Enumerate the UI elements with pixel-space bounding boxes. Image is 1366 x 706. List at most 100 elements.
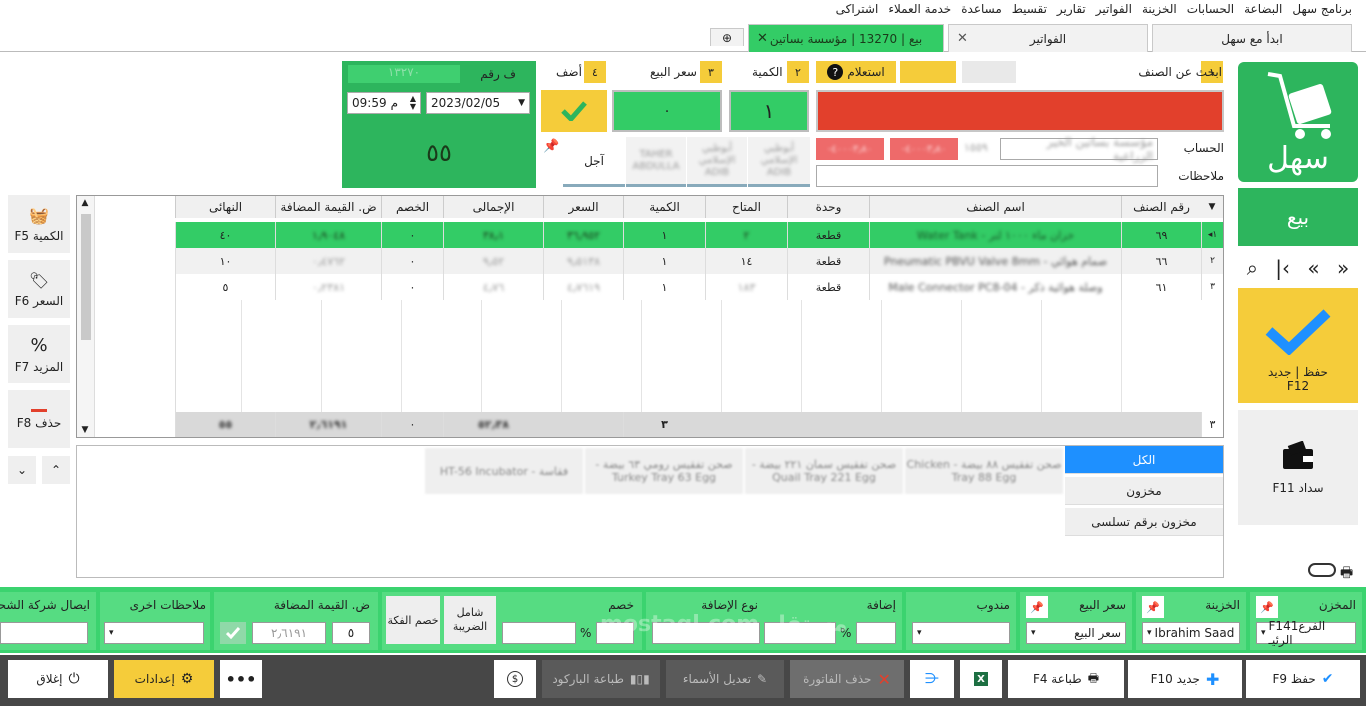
spinner-icon[interactable]: ▲ ▼ bbox=[410, 95, 416, 111]
edit-names-button[interactable]: ✎ تعديل الأسماء bbox=[666, 660, 784, 698]
price-action-button[interactable]: 🏷 السعر F6 bbox=[8, 260, 70, 318]
pin-icon[interactable]: 📌 bbox=[1026, 596, 1048, 618]
column-header[interactable]: وحدة bbox=[787, 196, 869, 218]
time-value: 09:59 bbox=[352, 96, 387, 110]
menu-item[interactable]: تقارير bbox=[1057, 2, 1086, 16]
more-options-button[interactable]: ••• bbox=[220, 660, 262, 698]
scroll-up-icon[interactable]: ▲ bbox=[76, 198, 94, 208]
next-record-icon[interactable]: » bbox=[1337, 256, 1349, 280]
tab-sale[interactable]: بيع | 13270 | مؤسسة بساتين ✕ bbox=[748, 24, 944, 52]
payment-tab[interactable]: TAHER ABDULLA bbox=[626, 137, 686, 187]
vat-rate-input[interactable]: ٥ bbox=[332, 622, 370, 644]
column-header[interactable]: النهائى bbox=[175, 196, 275, 218]
menu-item[interactable]: خدمة العملاء bbox=[888, 2, 951, 16]
currency-button[interactable]: $ bbox=[494, 660, 536, 698]
addition-type-select[interactable] bbox=[652, 622, 760, 644]
inquiry-button[interactable]: استعلام ? bbox=[816, 61, 896, 83]
scrollbar-thumb[interactable] bbox=[81, 214, 91, 340]
shipping-input[interactable] bbox=[0, 622, 88, 644]
delete-action-button[interactable]: حذف F8 bbox=[8, 390, 70, 448]
category-all[interactable]: الكل bbox=[1065, 446, 1223, 474]
product-tile[interactable]: صحن تفقيس سمان ٢٢١ بيضة - Quail Tray 221… bbox=[745, 448, 903, 494]
payment-tab[interactable]: أبوظبي الإسلامي ADIB bbox=[687, 137, 747, 187]
column-header[interactable]: ض. القيمة المضافة bbox=[275, 196, 381, 218]
printer-icon[interactable]: 🖶 bbox=[1340, 562, 1353, 586]
excel-export-button[interactable]: X bbox=[960, 660, 1002, 698]
save-new-button[interactable]: حفظ | جديد F12 bbox=[1238, 288, 1358, 403]
date-field[interactable]: 2023/02/05 ▼ bbox=[426, 92, 530, 114]
toggle-switch[interactable] bbox=[1308, 563, 1336, 577]
tax-inclusive-button[interactable]: شامل الضريبة bbox=[444, 596, 496, 644]
menu-item[interactable]: مساعدة bbox=[961, 2, 1002, 16]
settings-button[interactable]: ⚙ إعدادات bbox=[114, 660, 214, 698]
move-down-button[interactable]: ⌄ bbox=[8, 456, 36, 484]
vertical-scrollbar[interactable]: ▲ ▼ bbox=[77, 196, 95, 437]
close-button[interactable]: ⏻ إغلاق bbox=[8, 660, 108, 698]
column-header[interactable]: السعر bbox=[543, 196, 623, 218]
change-discount-button[interactable]: خصم الفكة bbox=[386, 596, 440, 644]
payment-tab[interactable]: أبوظبي الإسلامي ADIB bbox=[748, 137, 810, 187]
add-tab-button[interactable]: ⊕ bbox=[710, 28, 744, 46]
menu-item[interactable]: اشتراكى bbox=[836, 2, 879, 16]
menu-item[interactable]: الفواتير bbox=[1096, 2, 1132, 16]
item-search-input[interactable] bbox=[816, 90, 1224, 132]
delete-invoice-button[interactable]: ✕ حذف الفاتورة bbox=[790, 660, 904, 698]
menu-item[interactable]: الخزينة bbox=[1142, 2, 1177, 16]
menu-item[interactable]: تقسيط bbox=[1012, 2, 1047, 16]
grid-menu-icon[interactable]: ▼ bbox=[1201, 196, 1223, 218]
sale-price-select[interactable]: سعر البيع ▾ bbox=[1026, 622, 1126, 644]
close-icon[interactable]: ✕ bbox=[957, 31, 968, 46]
category-serial-stock[interactable]: مخزون برقم تسلسى bbox=[1065, 508, 1223, 536]
column-header[interactable]: الإجمالى bbox=[443, 196, 543, 218]
qty-input[interactable]: ١ bbox=[729, 90, 809, 132]
share-button[interactable]: ⋲ bbox=[910, 660, 954, 698]
qty-action-button[interactable]: 🧺 الكمية F5 bbox=[8, 195, 70, 253]
payment-tab-deferred[interactable]: آجل bbox=[563, 137, 625, 187]
new-button[interactable]: ✚ جديد F10 bbox=[1128, 660, 1242, 698]
tab-home[interactable]: ابدأ مع سهل bbox=[1152, 24, 1352, 52]
column-header[interactable]: الكمية bbox=[623, 196, 705, 218]
print-barcode-button[interactable]: ▮▯▮ طباعة الباركود bbox=[542, 660, 660, 698]
print-button[interactable]: 🖶 طباعة F4 bbox=[1008, 660, 1124, 698]
store-select[interactable]: ▾ F141الفرع الرئيـ bbox=[1256, 619, 1356, 647]
menu-item[interactable]: البضاعة bbox=[1244, 2, 1282, 16]
vat-toggle[interactable] bbox=[220, 622, 246, 644]
product-tile[interactable]: فقاسة - HT-56 Incubator bbox=[425, 448, 583, 494]
pin-icon[interactable]: 📌 bbox=[1142, 596, 1164, 618]
move-up-button[interactable]: ⌃ bbox=[42, 456, 70, 484]
product-tile[interactable]: صحن تفقيس رومي ٦٣ بيضة - Turkey Tray 63 … bbox=[585, 448, 743, 494]
product-tile[interactable]: صحن تفقيس ٨٨ بيضة - Chicken Tray 88 Egg bbox=[905, 448, 1063, 494]
column-header[interactable]: الخصم bbox=[381, 196, 443, 218]
addition-value-input[interactable] bbox=[764, 622, 836, 644]
menu-item[interactable]: الحسابات bbox=[1187, 2, 1234, 16]
pin-icon[interactable]: 📌 bbox=[543, 139, 559, 154]
price-input[interactable]: ٠ bbox=[612, 90, 722, 132]
sell-button[interactable]: بيع bbox=[1238, 188, 1358, 246]
rep-select[interactable]: ▾ bbox=[912, 622, 1010, 644]
notes-input[interactable] bbox=[816, 165, 1158, 187]
discount-value-input[interactable] bbox=[502, 622, 576, 644]
column-header[interactable]: المتاح bbox=[705, 196, 787, 218]
menu-item[interactable]: برنامج سهل bbox=[1292, 2, 1352, 16]
discount-percent-input[interactable] bbox=[596, 622, 634, 644]
scroll-down-icon[interactable]: ▼ bbox=[76, 425, 94, 435]
category-stock[interactable]: مخزون bbox=[1065, 477, 1223, 505]
previous-record-icon[interactable]: « bbox=[1307, 256, 1319, 280]
more-action-button[interactable]: % المزيد F7 bbox=[8, 325, 70, 383]
column-header[interactable]: رقم الصنف bbox=[1121, 196, 1201, 218]
close-icon[interactable]: ✕ bbox=[757, 31, 768, 46]
first-record-icon[interactable]: |‹ bbox=[1275, 256, 1290, 280]
treasury-select[interactable]: ▾ Ibrahim Saad bbox=[1142, 622, 1240, 644]
search-icon[interactable]: ⌕ bbox=[1247, 256, 1258, 280]
time-field[interactable]: 09:59 م ▲ ▼ bbox=[347, 92, 421, 114]
save-button[interactable]: ✔ حفظ F9 bbox=[1246, 660, 1360, 698]
account-field[interactable]: مؤسسة بساتين الخير الزراعية bbox=[1000, 135, 1158, 163]
chevron-down-icon[interactable]: ▼ bbox=[518, 98, 525, 108]
other-notes-select[interactable]: ▾ bbox=[104, 622, 204, 644]
pin-icon[interactable]: 📌 bbox=[1256, 596, 1278, 618]
addition-percent-input[interactable] bbox=[856, 622, 896, 644]
pay-button[interactable]: سداد F11 bbox=[1238, 410, 1358, 525]
column-header[interactable]: اسم الصنف bbox=[869, 196, 1121, 218]
tab-invoices[interactable]: الفواتير ✕ bbox=[948, 24, 1148, 52]
add-button[interactable] bbox=[541, 90, 607, 132]
